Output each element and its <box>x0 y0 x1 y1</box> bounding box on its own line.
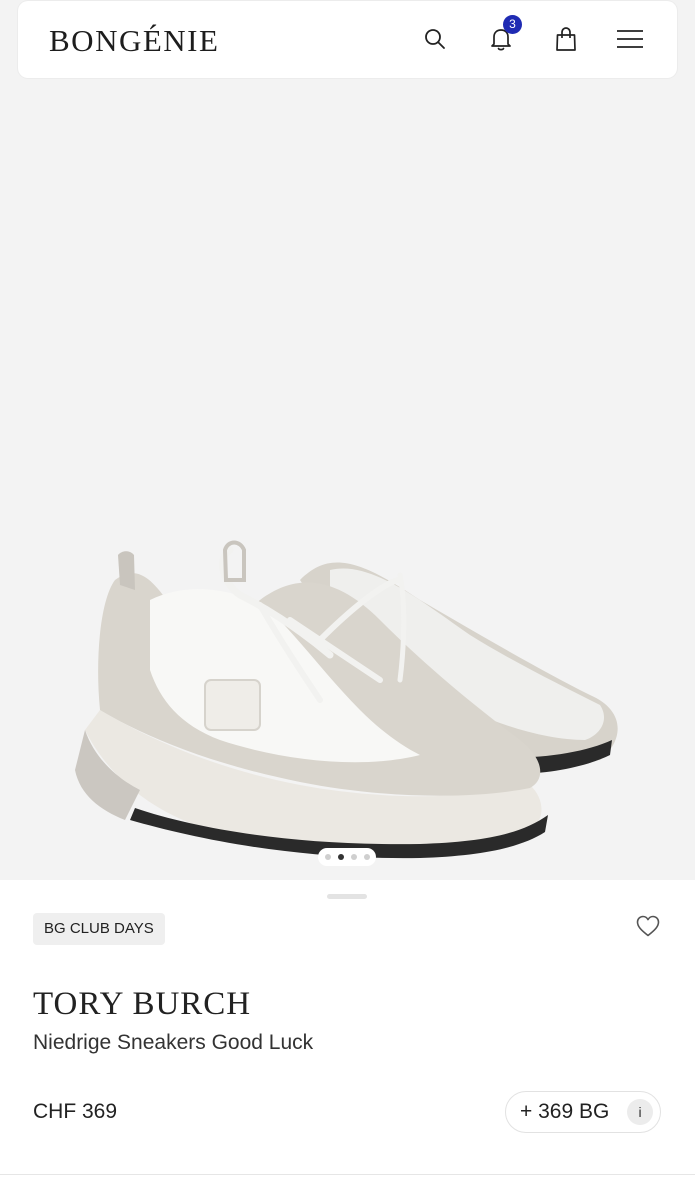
gallery-dot[interactable] <box>324 854 331 860</box>
sneaker-image <box>75 540 618 859</box>
product-info-panel: BG CLUB DAYS TORY BURCH Niedrige Sneaker… <box>0 880 695 1200</box>
gallery-dot[interactable] <box>363 854 370 860</box>
wishlist-button[interactable] <box>635 914 661 938</box>
bg-points-pill[interactable]: + 369 BG i <box>505 1091 661 1133</box>
product-name: Niedrige Sneakers Good Luck <box>33 1031 314 1054</box>
bg-points-label: + 369 BG <box>520 1100 610 1123</box>
heart-icon <box>636 915 660 937</box>
search-icon <box>425 29 445 49</box>
gallery-pagination <box>318 848 376 866</box>
product-brand[interactable]: TORY BURCH <box>33 984 251 1024</box>
cart-button[interactable] <box>548 21 584 57</box>
brand-logo[interactable]: BONGÉNIE <box>49 23 219 59</box>
gallery-dot[interactable] <box>350 854 357 860</box>
divider <box>0 1174 695 1175</box>
drag-handle[interactable] <box>327 894 367 899</box>
promo-tag: BG CLUB DAYS <box>33 913 165 945</box>
product-page: BONGÉNIE 3 BG CLUB DAYS TORY BURCH Niedr… <box>0 0 695 1200</box>
menu-button[interactable] <box>612 21 648 57</box>
notification-count-badge: 3 <box>503 15 522 34</box>
top-navigation-bar: BONGÉNIE 3 <box>18 1 677 78</box>
product-image-gallery[interactable] <box>0 80 695 880</box>
info-icon[interactable]: i <box>627 1099 653 1125</box>
search-button[interactable] <box>417 21 453 57</box>
product-price: CHF 369 <box>33 1100 118 1123</box>
shopping-bag-icon <box>556 27 576 51</box>
notifications-button[interactable]: 3 <box>483 15 522 57</box>
menu-icon <box>617 30 643 48</box>
gallery-dot[interactable] <box>337 854 344 860</box>
